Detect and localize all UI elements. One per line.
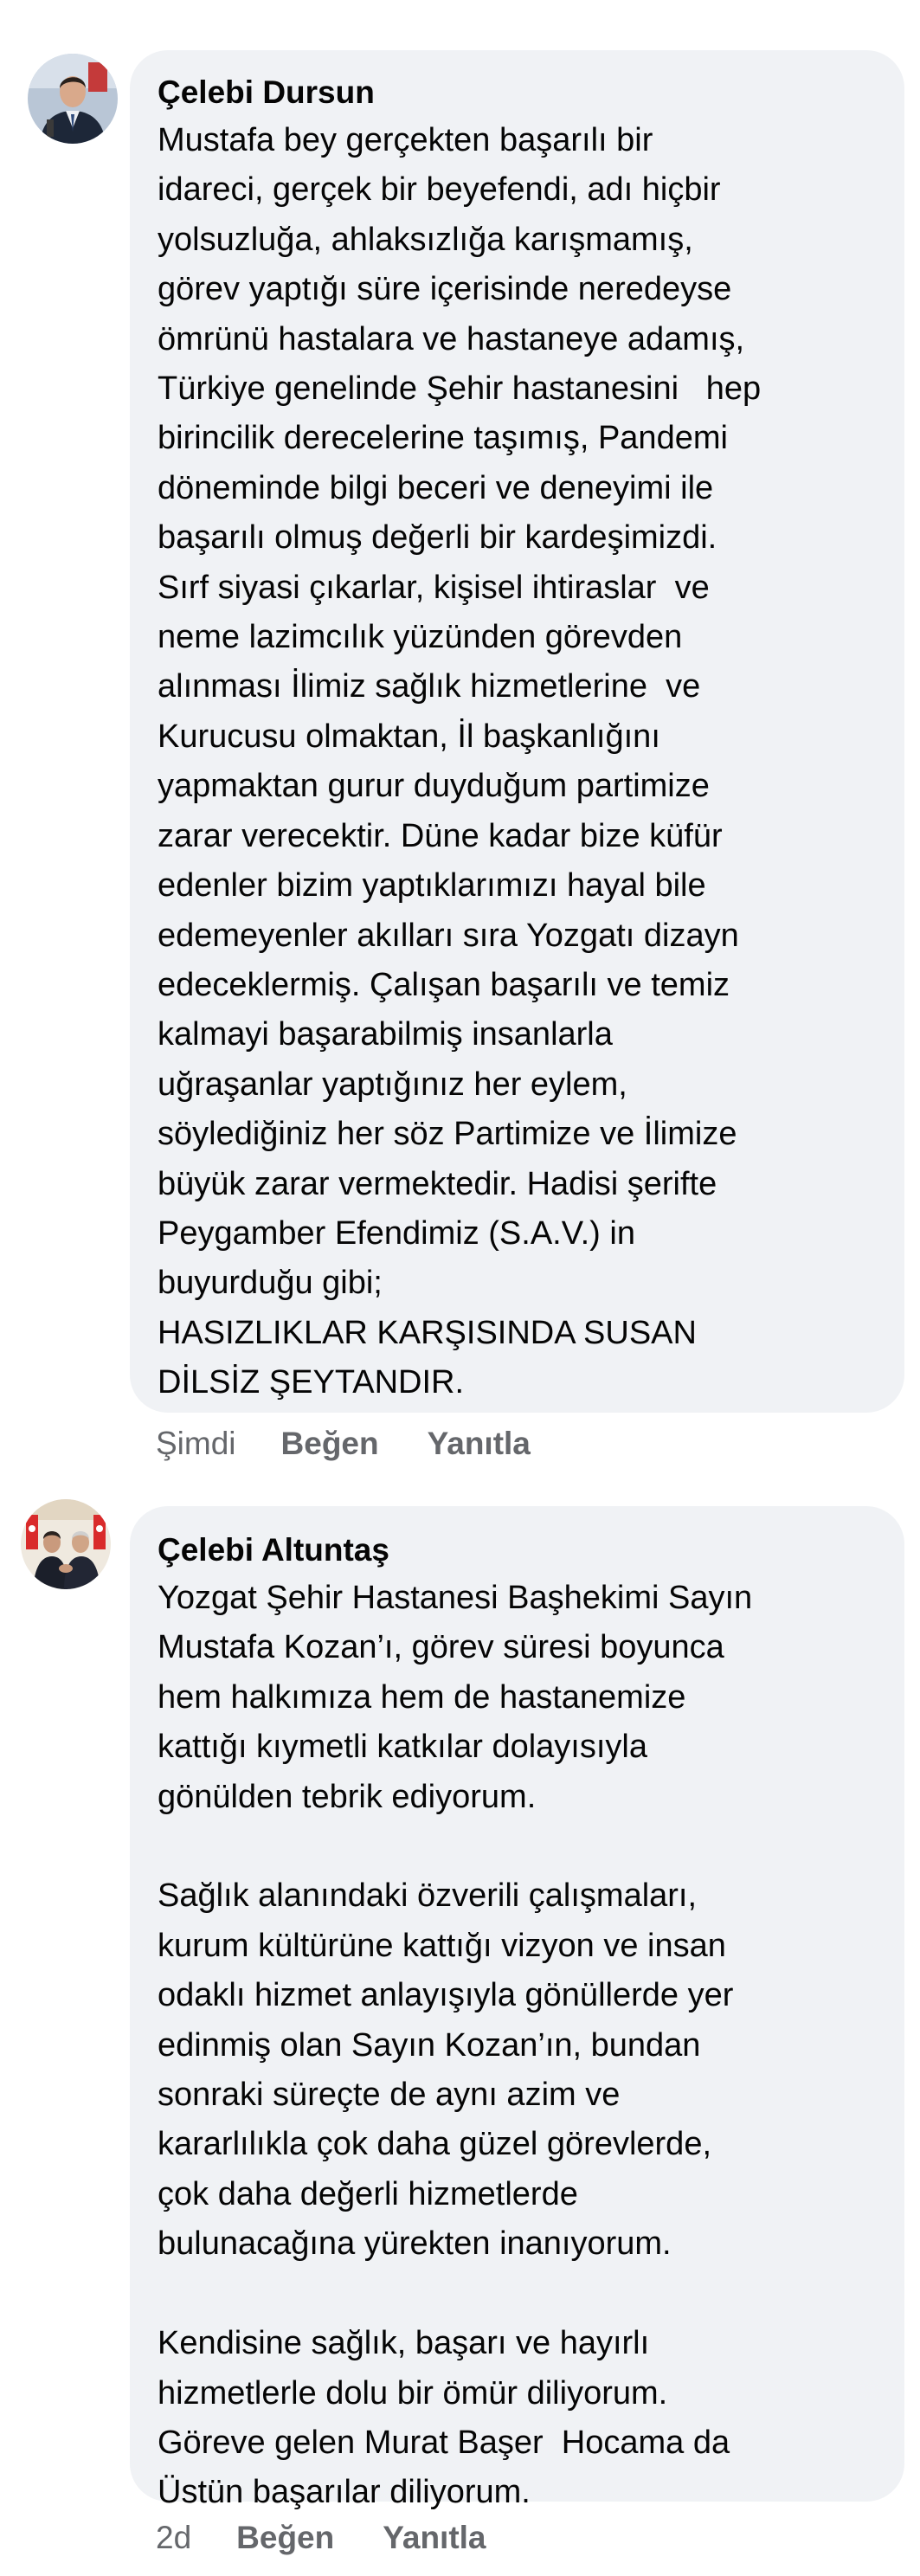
comment-timestamp[interactable]: 2d xyxy=(156,2520,191,2556)
like-button[interactable]: Beğen xyxy=(281,1426,379,1462)
comment-text: Yozgat Şehir Hastanesi Başhekimi Sayın M… xyxy=(158,1580,753,2511)
reply-button[interactable]: Yanıtla xyxy=(383,2520,486,2556)
comment-actions: 2d Beğen Yanıtla xyxy=(156,2512,535,2564)
comment-bubble: Çelebi Altuntaş Yozgat Şehir Hastanesi B… xyxy=(130,1506,904,2510)
like-button[interactable]: Beğen xyxy=(236,2520,334,2556)
comment-item: Çelebi Dursun Mustafa bey gerçekten başa… xyxy=(0,0,920,1489)
comment-bubble: Çelebi Dursun Mustafa bey gerçekten başa… xyxy=(130,50,904,1413)
commenter-avatar[interactable] xyxy=(28,54,118,144)
reply-button[interactable]: Yanıtla xyxy=(428,1426,531,1462)
commenter-avatar[interactable] xyxy=(21,1499,111,1589)
comment-actions: Şimdi Beğen Yanıtla xyxy=(156,1418,579,1470)
avatar-man-in-suit-portrait-icon xyxy=(28,54,118,144)
comment-author[interactable]: Çelebi Altuntaş xyxy=(158,1527,878,1574)
comment-timestamp[interactable]: Şimdi xyxy=(156,1426,236,1462)
comment-author[interactable]: Çelebi Dursun xyxy=(158,69,878,116)
comment-item: Çelebi Altuntaş Yozgat Şehir Hastanesi B… xyxy=(0,1489,920,2576)
comment-text: Mustafa bey gerçekten başarılı bir idare… xyxy=(158,122,762,1401)
avatar-two-men-handshake-with-flags-icon xyxy=(21,1499,111,1589)
